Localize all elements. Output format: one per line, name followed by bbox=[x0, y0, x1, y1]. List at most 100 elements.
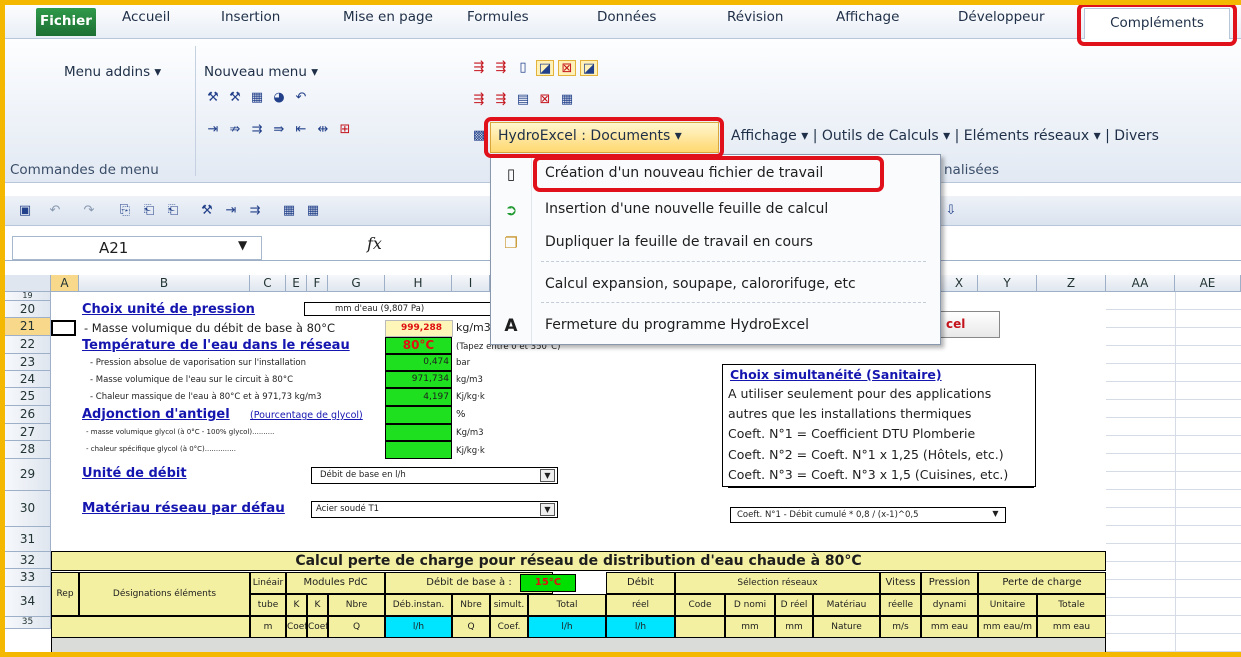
name-box[interactable]: A21 bbox=[12, 236, 262, 260]
insert-row-icon-qat[interactable]: ⇉ bbox=[246, 203, 264, 219]
customize-qat-icon[interactable]: ⇩ bbox=[942, 203, 960, 219]
row-header[interactable]: 22 bbox=[5, 336, 51, 354]
tab-complements[interactable]: Compléments bbox=[1084, 8, 1230, 39]
col-header-y[interactable]: Y bbox=[978, 275, 1037, 292]
undo-icon[interactable]: ↶ bbox=[292, 90, 310, 106]
name-box-dropdown-icon[interactable]: ▼ bbox=[238, 238, 247, 252]
row-header[interactable]: 25 bbox=[5, 388, 51, 406]
row-header[interactable]: 19 bbox=[5, 292, 51, 301]
row-header[interactable]: 31 bbox=[5, 527, 51, 552]
doc-icon-selected-2[interactable]: ◪ bbox=[580, 60, 598, 76]
row-header[interactable]: 33 bbox=[5, 569, 51, 587]
row-header[interactable]: 20 bbox=[5, 301, 51, 318]
arrow-cell-icon-4[interactable]: ⇶ bbox=[492, 92, 510, 108]
materiau-select[interactable]: Acier soudé T1 bbox=[311, 501, 558, 518]
row-header[interactable]: 29 bbox=[5, 459, 51, 491]
glycol2-input[interactable] bbox=[385, 441, 452, 459]
debit-unit-select[interactable]: Débit de base en l/h bbox=[311, 467, 558, 484]
tool-icon-1[interactable]: ⚒ bbox=[204, 90, 222, 106]
col-header-a[interactable]: A bbox=[51, 275, 79, 292]
table-icon[interactable]: ▤ bbox=[514, 92, 532, 108]
row-header[interactable]: 23 bbox=[5, 354, 51, 371]
row-header[interactable]: 24 bbox=[5, 371, 51, 388]
temp-value[interactable]: 80°C bbox=[385, 337, 452, 354]
tab-insertion[interactable]: Insertion bbox=[221, 9, 280, 25]
move-row-icon[interactable]: ⇛ bbox=[270, 122, 288, 138]
col-header-z[interactable]: Z bbox=[1037, 275, 1106, 292]
tab-fichier[interactable]: Fichier bbox=[36, 8, 96, 36]
row-header[interactable]: 30 bbox=[5, 491, 51, 527]
blank-page-icon[interactable]: ▯ bbox=[514, 60, 532, 76]
pression-unit-field[interactable]: mm d'eau (9,807 Pa) bbox=[304, 302, 491, 316]
delete-col-icon[interactable]: ⇏ bbox=[226, 122, 244, 138]
col-header-i[interactable]: I bbox=[452, 275, 490, 292]
col-header-e[interactable]: E bbox=[286, 275, 307, 292]
row-header[interactable]: 35 bbox=[5, 617, 51, 629]
coefficient-select[interactable]: Coeft. N°1 - Débit cumulé * 0,8 / (x-1)^… bbox=[730, 507, 1006, 523]
antigel-input[interactable] bbox=[385, 406, 452, 424]
delete-doc-icon[interactable]: ⊠ bbox=[558, 60, 576, 76]
calendar-icon-qat[interactable]: ▦ bbox=[304, 203, 322, 219]
col-header-g[interactable]: G bbox=[328, 275, 385, 292]
tab-donnees[interactable]: Données bbox=[597, 9, 656, 25]
paste-special-icon[interactable]: ⎗ bbox=[164, 203, 182, 219]
row-header[interactable]: 32 bbox=[5, 552, 51, 569]
paste-icon[interactable]: ⎗ bbox=[140, 203, 158, 219]
format-icon-qat[interactable]: ▦ bbox=[280, 203, 298, 219]
tool-icon-qat[interactable]: ⚒ bbox=[198, 203, 216, 219]
fx-icon[interactable]: fx bbox=[367, 234, 382, 253]
col-header-f[interactable]: F bbox=[307, 275, 328, 292]
insert-icon-qat[interactable]: ⇥ bbox=[222, 203, 240, 219]
dropdown-arrow-icon[interactable]: ▼ bbox=[988, 508, 1003, 521]
insert-row-icon[interactable]: ⇉ bbox=[248, 122, 266, 138]
col-header-aa[interactable]: AA bbox=[1106, 275, 1175, 292]
col-header-c[interactable]: C bbox=[250, 275, 286, 292]
row-header[interactable]: 28 bbox=[5, 441, 51, 459]
insert-col-icon[interactable]: ⇥ bbox=[204, 122, 222, 138]
split-icon[interactable]: ⇹ bbox=[314, 122, 332, 138]
col-header-b[interactable]: B bbox=[79, 275, 250, 292]
row-header[interactable]: 21 bbox=[5, 318, 51, 336]
data-row[interactable] bbox=[51, 638, 1106, 657]
arrow-cell-icon-3[interactable]: ⇶ bbox=[470, 92, 488, 108]
toolbar-menus[interactable]: Affichage ▾ | Outils de Calculs ▾ | Elém… bbox=[731, 128, 1159, 144]
split-table-icon[interactable]: ▦ bbox=[558, 92, 576, 108]
menu-item-nouveau-fichier[interactable]: ▯ Création d'un nouveau fichier de trava… bbox=[491, 159, 940, 191]
save-icon[interactable]: ▣ bbox=[16, 203, 34, 219]
dropdown-arrow-icon[interactable]: ▼ bbox=[540, 469, 555, 482]
col-header-x[interactable]: X bbox=[941, 275, 978, 292]
tab-revision[interactable]: Révision bbox=[727, 9, 783, 25]
glycol1-input[interactable] bbox=[385, 424, 452, 441]
undo-icon-qat[interactable]: ↶ bbox=[46, 203, 64, 219]
select-all-corner[interactable] bbox=[5, 275, 51, 292]
selected-cell-a21[interactable] bbox=[51, 320, 76, 336]
nouveau-menu-button[interactable]: Nouveau menu ▾ bbox=[204, 64, 318, 80]
row-header[interactable]: 26 bbox=[5, 406, 51, 424]
pattern-icon[interactable]: ▩ bbox=[470, 128, 488, 144]
move-left-icon[interactable]: ⇤ bbox=[292, 122, 310, 138]
col-header-ae[interactable]: AE bbox=[1175, 275, 1241, 292]
doc-icon-selected[interactable]: ◪ bbox=[536, 60, 554, 76]
tab-developpeur[interactable]: Développeur bbox=[958, 9, 1045, 25]
menu-item-fermeture[interactable]: A Fermeture du programme HydroExcel bbox=[491, 311, 940, 343]
arrow-cell-icon[interactable]: ⇶ bbox=[470, 60, 488, 76]
tab-accueil[interactable]: Accueil bbox=[122, 9, 170, 25]
redo-icon[interactable]: ↷ bbox=[80, 203, 98, 219]
tab-formules[interactable]: Formules bbox=[467, 9, 529, 25]
menu-item-calcul-expansion[interactable]: Calcul expansion, soupape, calororifuge,… bbox=[491, 270, 940, 302]
col-header-h[interactable]: H bbox=[385, 275, 452, 292]
calculator-icon[interactable]: ▦ bbox=[248, 90, 266, 106]
dropdown-arrow-icon[interactable]: ▼ bbox=[540, 503, 555, 516]
menu-addins-button[interactable]: Menu addins ▾ bbox=[64, 64, 161, 80]
menu-item-dupliquer[interactable]: ❐ Dupliquer la feuille de travail en cou… bbox=[491, 228, 940, 260]
grid-icon[interactable]: ⊞ bbox=[336, 122, 354, 138]
menu-item-insertion-feuille[interactable]: ➲ Insertion d'une nouvelle feuille de ca… bbox=[491, 195, 940, 227]
delete-table-icon[interactable]: ⊠ bbox=[536, 92, 554, 108]
tool-icon-2[interactable]: ⚒ bbox=[226, 90, 244, 106]
chart-icon[interactable]: ◕ bbox=[270, 90, 288, 106]
copy-icon[interactable]: ⎘ bbox=[116, 203, 134, 219]
hydro-documents-button[interactable]: HydroExcel : Documents ▾ bbox=[498, 128, 682, 144]
arrow-cell-icon-2[interactable]: ⇶ bbox=[492, 60, 510, 76]
row-header[interactable]: 27 bbox=[5, 424, 51, 441]
row-header[interactable]: 34 bbox=[5, 587, 51, 617]
